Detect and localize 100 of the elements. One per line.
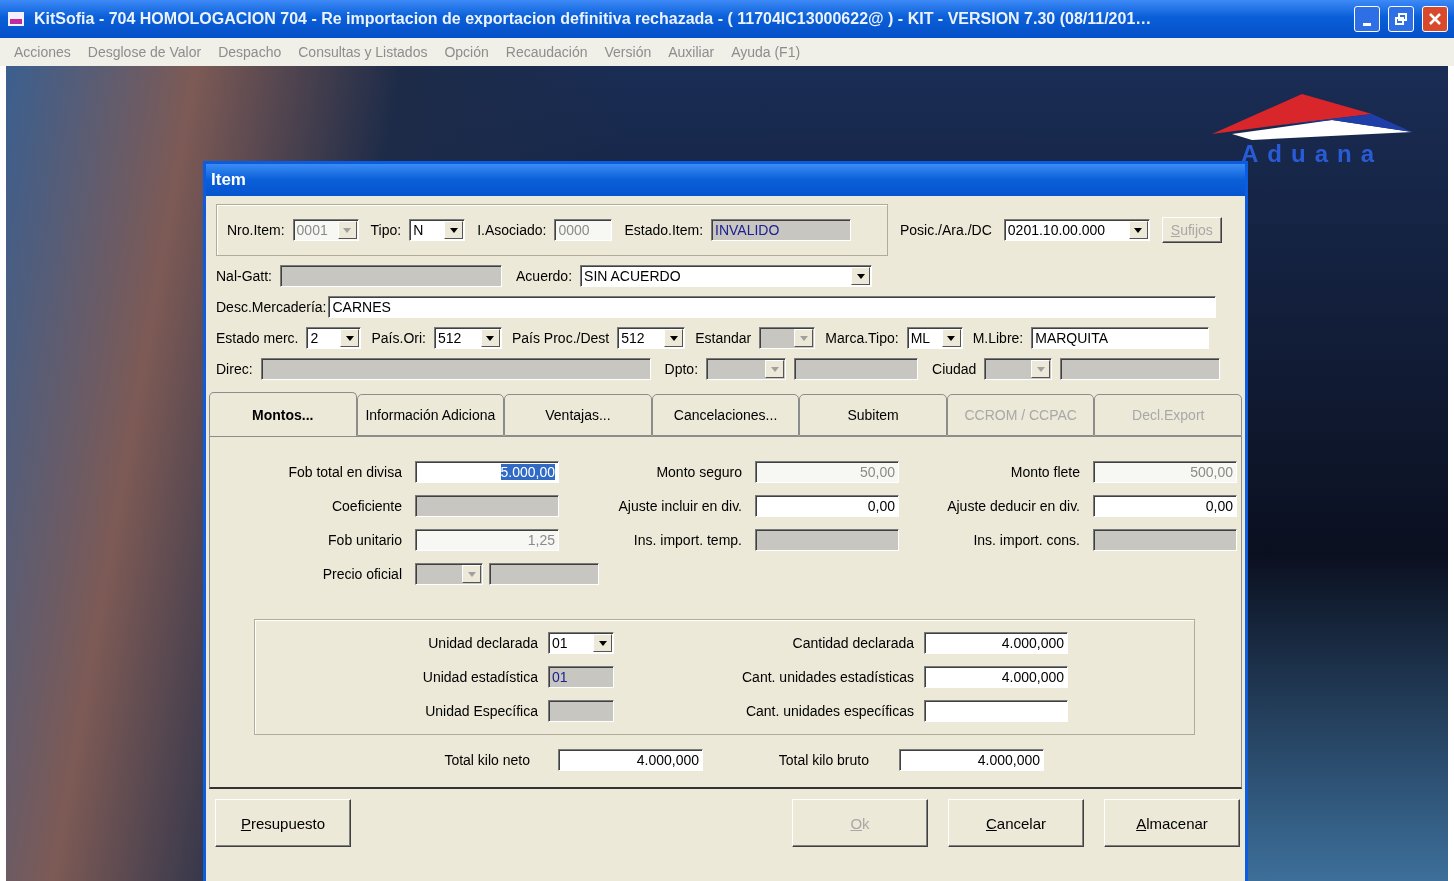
text-field[interactable] xyxy=(794,358,919,380)
text-field[interactable]: 4.000,000 xyxy=(899,749,1044,771)
tab[interactable]: Cancelaciones... xyxy=(651,394,800,436)
field-label: Total kilo neto xyxy=(443,752,530,768)
text-field[interactable]: CARNES xyxy=(328,296,1217,318)
caret-icon xyxy=(947,335,956,341)
field-label: Acuerdo: xyxy=(516,268,573,284)
field-label: Unidad Específica xyxy=(424,703,538,719)
window-title: KitSofia - 704 HOMOLOGACION 704 - Re importacion de exportacion definitiva rechazada - ( 11704IC13000622@ ) - KIT - VERSION 7.30 (08/11/201… xyxy=(34,10,1153,28)
text-field[interactable]: 0,00 xyxy=(1093,495,1237,517)
caret-icon xyxy=(770,366,779,372)
field-label: Ajuste incluir en div. xyxy=(617,498,742,514)
app-icon xyxy=(6,9,26,29)
field-label: I.Asociado: xyxy=(477,222,547,238)
close-button[interactable] xyxy=(1422,6,1448,32)
field-label: Ajuste deducir en div. xyxy=(946,498,1080,514)
minimize-icon xyxy=(1363,22,1371,26)
caret-icon xyxy=(346,335,354,341)
field-label: Cantidad declarada xyxy=(791,635,914,651)
dropdown-field[interactable]: 0201.10.00.000 xyxy=(1003,219,1150,241)
text-field[interactable] xyxy=(755,529,899,551)
caret-icon xyxy=(486,335,495,341)
tab[interactable]: Subitem xyxy=(799,394,947,436)
dropdown-button[interactable] xyxy=(444,221,464,239)
caret-icon xyxy=(598,640,607,646)
dropdown-field[interactable]: ML xyxy=(906,327,963,349)
field-label: Ins. import. temp. xyxy=(632,532,742,548)
text-field[interactable] xyxy=(1060,358,1221,380)
field-label: Cant. unidades específicas xyxy=(744,703,914,719)
caret-icon xyxy=(1134,227,1143,233)
field-label: Ciudad xyxy=(932,361,977,377)
text-field[interactable] xyxy=(1093,529,1237,551)
text-field[interactable]: 4.000,000 xyxy=(924,666,1068,688)
caret-icon xyxy=(856,273,865,279)
field-label: Nro.Item: xyxy=(227,222,285,238)
field-label: Estado.Item: xyxy=(624,222,704,238)
text-field[interactable]: 4.000,000 xyxy=(558,749,703,771)
dialog-button[interactable]: Almacenar xyxy=(1104,799,1240,847)
text-field[interactable] xyxy=(924,700,1068,722)
tab[interactable]: Montos... xyxy=(209,392,357,436)
dropdown-button[interactable] xyxy=(480,329,500,347)
close-icon xyxy=(1429,13,1441,25)
text-field[interactable]: 01 xyxy=(548,666,614,688)
field-label: Estandar xyxy=(695,330,752,346)
field-label: Desc.Mercadería: xyxy=(216,299,327,315)
dropdown-button[interactable] xyxy=(1128,221,1148,239)
field-label: Estado merc. xyxy=(216,330,299,346)
dropdown-button[interactable] xyxy=(593,634,612,652)
dropdown-field[interactable]: 01 xyxy=(548,632,614,654)
text-field[interactable]: INVALIDO xyxy=(711,219,852,241)
text-field[interactable]: MARQUITA xyxy=(1031,327,1210,349)
minimize-button[interactable] xyxy=(1354,6,1380,32)
dropdown-field[interactable]: 2 xyxy=(306,327,362,349)
dropdown-field[interactable]: SIN ACUERDO xyxy=(580,265,873,287)
text-field[interactable]: 5.000,00 xyxy=(415,461,559,483)
caret-icon xyxy=(449,227,458,233)
field-label: Ins. import. cons. xyxy=(972,532,1080,548)
field-label: Precio oficial xyxy=(321,566,402,582)
caret-icon xyxy=(1036,366,1045,372)
tab[interactable]: Ventajas... xyxy=(504,394,652,436)
dropdown-field[interactable]: 512 xyxy=(433,327,502,349)
text-field[interactable] xyxy=(415,495,559,517)
caret-icon xyxy=(343,227,352,233)
field-label: Marca.Tipo: xyxy=(825,330,899,346)
logo-text: Aduana xyxy=(1241,140,1383,168)
dropdown-field[interactable]: 512 xyxy=(617,327,686,349)
restore-icon xyxy=(1395,13,1407,25)
text-field[interactable] xyxy=(280,265,502,287)
field-label: Dpto: xyxy=(664,361,699,377)
field-label: País.Ori: xyxy=(371,330,426,346)
text-field[interactable] xyxy=(548,700,614,722)
field-label: Unidad estadística xyxy=(421,669,538,685)
dropdown-button[interactable] xyxy=(941,329,961,347)
logo-swoosh-icon xyxy=(1212,94,1412,140)
dialog-button[interactable]: Presupuesto xyxy=(215,799,351,847)
field-label: Direc: xyxy=(216,361,253,377)
dropdown-button[interactable] xyxy=(340,329,360,347)
dialog-title: Item xyxy=(211,170,246,190)
field-label: Fob total en divisa xyxy=(287,464,402,480)
restore-button[interactable] xyxy=(1388,6,1414,32)
field-label: Monto flete xyxy=(1009,464,1080,480)
tab[interactable]: Información Adiciona xyxy=(356,394,505,436)
field-label: Coeficiente xyxy=(330,498,402,514)
caret-icon xyxy=(799,335,808,341)
field-label: Monto seguro xyxy=(655,464,742,480)
field-label: Nal-Gatt: xyxy=(216,268,272,284)
dropdown-button[interactable] xyxy=(664,329,684,347)
field-label: Tipo: xyxy=(370,222,402,238)
field-label: Posic./Ara./DC xyxy=(900,222,992,238)
dialog-button[interactable]: Cancelar xyxy=(948,799,1084,847)
field-label: País Proc./Dest xyxy=(511,330,610,346)
text-field[interactable] xyxy=(260,358,651,380)
field-label: Cant. unidades estadísticas xyxy=(741,669,914,685)
field-label: M.Libre: xyxy=(972,330,1024,346)
text-field[interactable]: 0,00 xyxy=(755,495,899,517)
text-field[interactable]: 4.000,000 xyxy=(924,632,1068,654)
field-label: Unidad declarada xyxy=(427,635,538,651)
dropdown-button[interactable] xyxy=(851,267,871,285)
dropdown-field[interactable]: N xyxy=(409,219,466,241)
caret-icon xyxy=(467,571,476,577)
